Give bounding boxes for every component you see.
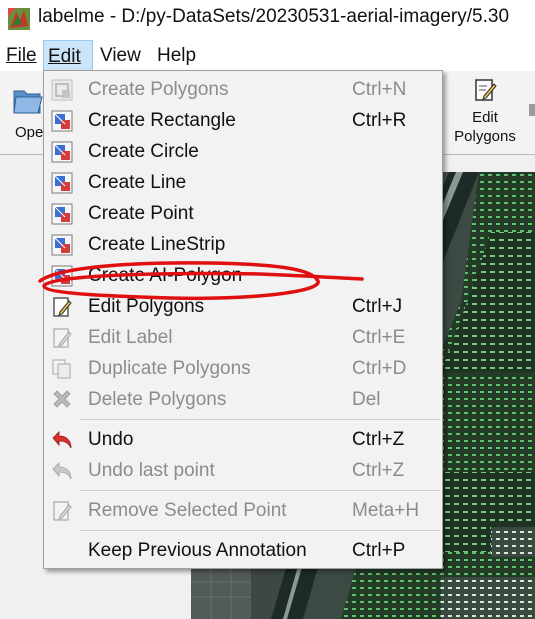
- menu-item-shortcut: Ctrl+Z: [352, 460, 405, 481]
- menu-item-create-rectangle[interactable]: Create Rectangle Ctrl+R: [44, 106, 442, 137]
- menu-separator: [80, 490, 440, 491]
- menu-file-label: File: [6, 45, 37, 66]
- create-rectangle-icon: [51, 110, 73, 132]
- menu-item-label: Create Line: [88, 172, 187, 193]
- undo-last-point-icon: [52, 462, 72, 480]
- toolbar-overflow-edge: [529, 104, 535, 116]
- edit-menu-dropdown: Create Polygons Ctrl+N Create Rectangle …: [43, 70, 443, 569]
- menu-item-shortcut: Del: [352, 389, 381, 410]
- create-circle-icon: [51, 141, 73, 163]
- edit-polygons-icon: [53, 297, 72, 317]
- menu-item-delete-polygons[interactable]: Delete Polygons Del: [44, 385, 442, 416]
- create-ai-polygon-icon: [51, 265, 73, 287]
- edit-polygons-toolbar-button[interactable]: Edit Polygons: [440, 75, 530, 151]
- menu-item-create-linestrip[interactable]: Create LineStrip: [44, 230, 442, 261]
- menu-item-label: Remove Selected Point: [88, 500, 287, 521]
- edit-polygons-icon: [475, 79, 497, 101]
- menu-item-shortcut: Meta+H: [352, 500, 420, 521]
- menu-item-remove-selected-point[interactable]: Remove Selected Point Meta+H: [44, 496, 442, 527]
- remove-point-icon: [53, 501, 72, 521]
- edit-polygons-label-line1: Edit: [472, 109, 498, 126]
- delete-icon: [53, 390, 71, 408]
- menu-help[interactable]: Help: [153, 40, 200, 71]
- create-point-icon: [51, 203, 73, 225]
- create-line-icon: [51, 172, 73, 194]
- menu-separator: [80, 419, 440, 420]
- menu-item-create-polygons[interactable]: Create Polygons Ctrl+N: [44, 75, 442, 106]
- window-title: labelme - D:/py-DataSets/20230531-aerial…: [38, 6, 510, 27]
- menu-item-create-ai-polygon[interactable]: Create AI-Polygon: [44, 261, 442, 292]
- menu-item-duplicate-polygons[interactable]: Duplicate Polygons Ctrl+D: [44, 354, 442, 385]
- menu-item-label: Create LineStrip: [88, 234, 226, 255]
- menu-item-label: Edit Polygons: [88, 296, 205, 317]
- menu-item-shortcut: Ctrl+P: [352, 540, 406, 561]
- menu-item-label: Delete Polygons: [88, 389, 227, 410]
- menu-item-edit-polygons[interactable]: Edit Polygons Ctrl+J: [44, 292, 442, 323]
- duplicate-icon: [52, 359, 71, 379]
- menu-item-label: Create Point: [88, 203, 194, 224]
- menu-item-undo[interactable]: Undo Ctrl+Z: [44, 425, 442, 456]
- menu-item-shortcut: Ctrl+R: [352, 110, 407, 131]
- menu-item-edit-label[interactable]: Edit Label Ctrl+E: [44, 323, 442, 354]
- menu-item-label: Undo last point: [88, 460, 215, 481]
- menu-help-label: Help: [157, 45, 197, 66]
- menu-separator: [80, 530, 440, 531]
- title-bar: labelme - D:/py-DataSets/20230531-aerial…: [0, 0, 535, 38]
- menu-item-label: Create Rectangle: [88, 110, 236, 131]
- create-polygon-icon: [51, 79, 73, 101]
- menu-item-create-point[interactable]: Create Point: [44, 199, 442, 230]
- menu-item-shortcut: Ctrl+J: [352, 296, 403, 317]
- menu-item-label: Edit Label: [88, 327, 173, 348]
- menu-item-keep-previous-annotation[interactable]: Keep Previous Annotation Ctrl+P: [44, 536, 442, 567]
- menu-file[interactable]: File: [2, 40, 41, 71]
- menu-item-label: Duplicate Polygons: [88, 358, 251, 379]
- menu-view-label: View: [100, 45, 141, 66]
- edit-polygons-label-line2: Polygons: [454, 128, 516, 145]
- menu-bar: File Edit View Help: [0, 40, 535, 71]
- menu-item-create-circle[interactable]: Create Circle: [44, 137, 442, 168]
- menu-item-label: Keep Previous Annotation: [88, 540, 307, 561]
- undo-icon: [52, 431, 72, 449]
- create-linestrip-icon: [51, 234, 73, 256]
- menu-item-label: Create AI-Polygon: [88, 265, 243, 286]
- menu-item-label: Create Polygons: [88, 79, 229, 100]
- menu-item-shortcut: Ctrl+E: [352, 327, 406, 348]
- edit-label-icon: [53, 328, 72, 348]
- menu-item-label: Undo: [88, 429, 134, 450]
- menu-edit[interactable]: Edit: [43, 40, 93, 71]
- menu-item-shortcut: Ctrl+N: [352, 79, 407, 100]
- labelme-app-icon: [8, 8, 30, 30]
- menu-item-create-line[interactable]: Create Line: [44, 168, 442, 199]
- menu-view[interactable]: View: [96, 40, 145, 71]
- menu-edit-label: Edit: [48, 46, 81, 67]
- menu-item-label: Create Circle: [88, 141, 199, 162]
- menu-item-shortcut: Ctrl+Z: [352, 429, 405, 450]
- menu-item-undo-last-point[interactable]: Undo last point Ctrl+Z: [44, 456, 442, 487]
- folder-open-icon: [13, 90, 43, 114]
- menu-item-shortcut: Ctrl+D: [352, 358, 407, 379]
